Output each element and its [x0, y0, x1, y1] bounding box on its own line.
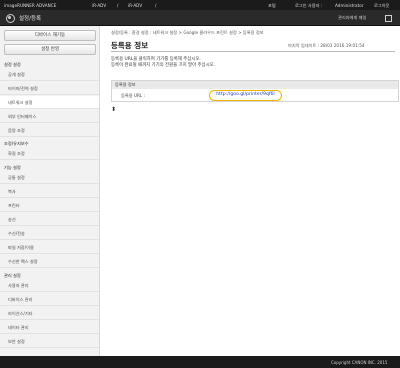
- panel-header: 등록용 정보: [112, 81, 398, 89]
- sidebar-item-copy[interactable]: 복사: [0, 185, 99, 198]
- sidebar-item-printer[interactable]: 프린터: [0, 199, 99, 212]
- sidebar-item-data-management[interactable]: 데이터 관리: [0, 321, 99, 334]
- warning-message: 등록이 완료될 때까지 기기의 전원을 끄지 말아 주십시오.: [111, 63, 216, 68]
- sidebar-item-volume[interactable]: 음량 조정: [0, 124, 99, 137]
- sidebar-item-store-access[interactable]: 파일 저장/이용: [0, 241, 99, 254]
- sidebar-item-user-management[interactable]: 사용자 관리: [0, 279, 99, 292]
- portal-link[interactable]: 포털: [268, 3, 276, 9]
- sidebar-item-send[interactable]: 송신: [0, 213, 99, 226]
- sidebar-item-receive-forward[interactable]: 수신/전송: [0, 227, 99, 240]
- registration-info-panel: 등록용 정보 등록용 URL : http://goo.gl/printer/9…: [111, 80, 399, 102]
- login-user-label: 로그인 사용자 :: [295, 2, 323, 8]
- footer: Copyright CANON INC. 2015: [0, 356, 400, 368]
- main-content: 설정/등록 : 환경 설정 : 네트워크 설정 > Google 클라우드 프린…: [100, 26, 400, 356]
- restart-device-button[interactable]: 디바이스 재기동: [4, 30, 96, 41]
- apply-settings-button[interactable]: 설정 반영: [4, 44, 96, 55]
- last-updated: 마지막 업데이트 : 28/03 2016 19:01:54: [288, 43, 365, 48]
- mail-icon[interactable]: [385, 14, 392, 22]
- up-arrow-icon[interactable]: ⬍: [111, 106, 116, 113]
- device-name-1: iR-ADV: [92, 2, 107, 8]
- logout-link[interactable]: 로그아웃: [374, 3, 389, 9]
- title-divider: [111, 51, 395, 52]
- sidebar: 디바이스 재기동 설정 반영 설정 설정 공개 설정 타이머/전력 설정 네트워…: [0, 26, 100, 356]
- registration-url-link[interactable]: http://goo.gl/printer/9qf6l: [209, 90, 282, 101]
- url-label: 등록용 URL :: [121, 93, 145, 98]
- sidebar-item-common[interactable]: 공통 설정: [0, 171, 99, 184]
- sidebar-item-image-quality[interactable]: 화질 조정: [0, 147, 99, 160]
- device-name-2: iR-ADV: [128, 2, 143, 8]
- device-separator-2: /: [155, 2, 157, 8]
- device-separator: /: [117, 2, 119, 8]
- gear-icon: [6, 13, 15, 23]
- sidebar-item-license[interactable]: 라이선스/기타: [0, 307, 99, 320]
- page-section-title: 설정/등록: [19, 16, 42, 22]
- sidebar-item-device-management[interactable]: 디바이스 관리: [0, 293, 99, 306]
- sub-header: 설정/등록 관리자에게 메일: [0, 10, 400, 26]
- sidebar-item-received-fax[interactable]: 수신한 팩스 설정: [0, 255, 99, 268]
- page-title: 등록용 정보: [111, 41, 149, 50]
- user-name: Administrator: [335, 2, 364, 8]
- sidebar-item-network[interactable]: 네트워크 설정: [0, 96, 99, 109]
- copyright: Copyright CANON INC. 2015: [331, 359, 388, 365]
- sidebar-item-display[interactable]: 공개 설정: [0, 68, 99, 81]
- product-name: imageRUNNER ADVANCE: [4, 2, 57, 8]
- mail-admin-link[interactable]: 관리자에게 메일: [338, 15, 366, 21]
- sidebar-item-timer[interactable]: 타이머/전력 설정: [0, 82, 99, 95]
- sidebar-item-security[interactable]: 보안 설정: [0, 335, 99, 348]
- sidebar-item-external-interface[interactable]: 외부 인터페이스: [0, 110, 99, 123]
- breadcrumb: 설정/등록 : 환경 설정 : 네트워크 설정 > Google 클라우드 프린…: [111, 30, 264, 35]
- top-header: imageRUNNER ADVANCE iR-ADV / iR-ADV / 포털…: [0, 0, 400, 10]
